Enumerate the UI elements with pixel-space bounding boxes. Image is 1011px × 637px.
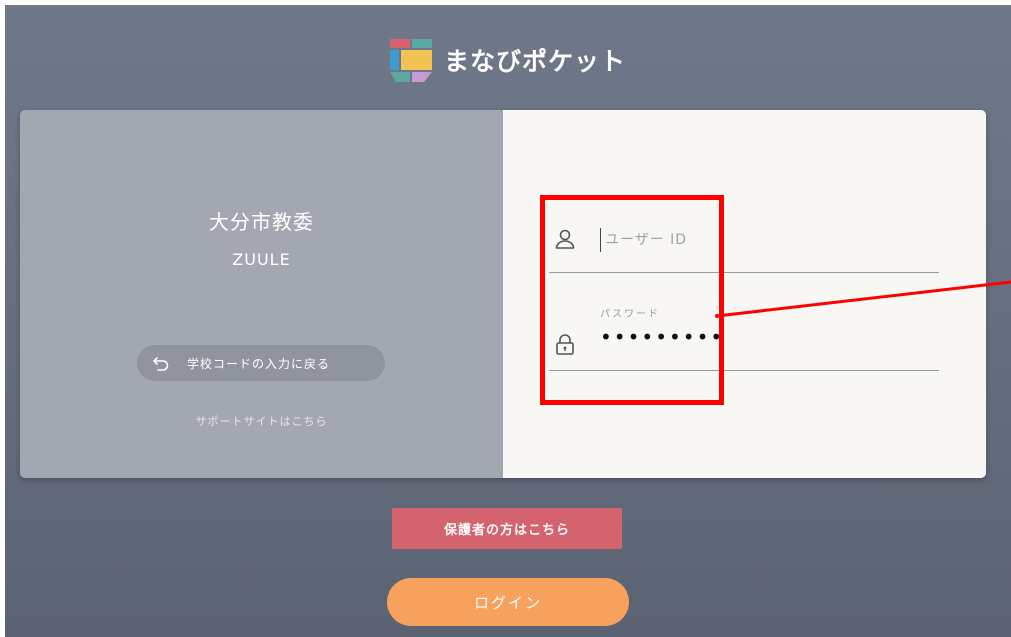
- login-card: 大分市教委 ZUULE 学校コードの入力に戻る サポートサイトはこちら パスワー…: [20, 110, 986, 478]
- guardian-login-button[interactable]: 保護者の方はこちら: [392, 508, 622, 549]
- school-name: 大分市教委: [209, 210, 314, 234]
- annotation-highlight-box: [540, 195, 724, 405]
- back-button-label: 学校コードの入力に戻る: [187, 356, 331, 371]
- app-logo: まなびポケット: [388, 35, 626, 85]
- back-to-school-code-button[interactable]: 学校コードの入力に戻る: [137, 345, 385, 381]
- login-button[interactable]: ログイン: [387, 578, 629, 626]
- support-site-link[interactable]: サポートサイトはこちら: [20, 413, 503, 429]
- app-logo-text: まなびポケット: [444, 47, 627, 76]
- school-sub-name: ZUULE: [232, 250, 291, 269]
- manabi-pocket-logo-icon: [390, 39, 432, 82]
- school-panel: 大分市教委 ZUULE 学校コードの入力に戻る サポートサイトはこちら: [20, 110, 503, 478]
- undo-arrow-icon: [153, 357, 169, 371]
